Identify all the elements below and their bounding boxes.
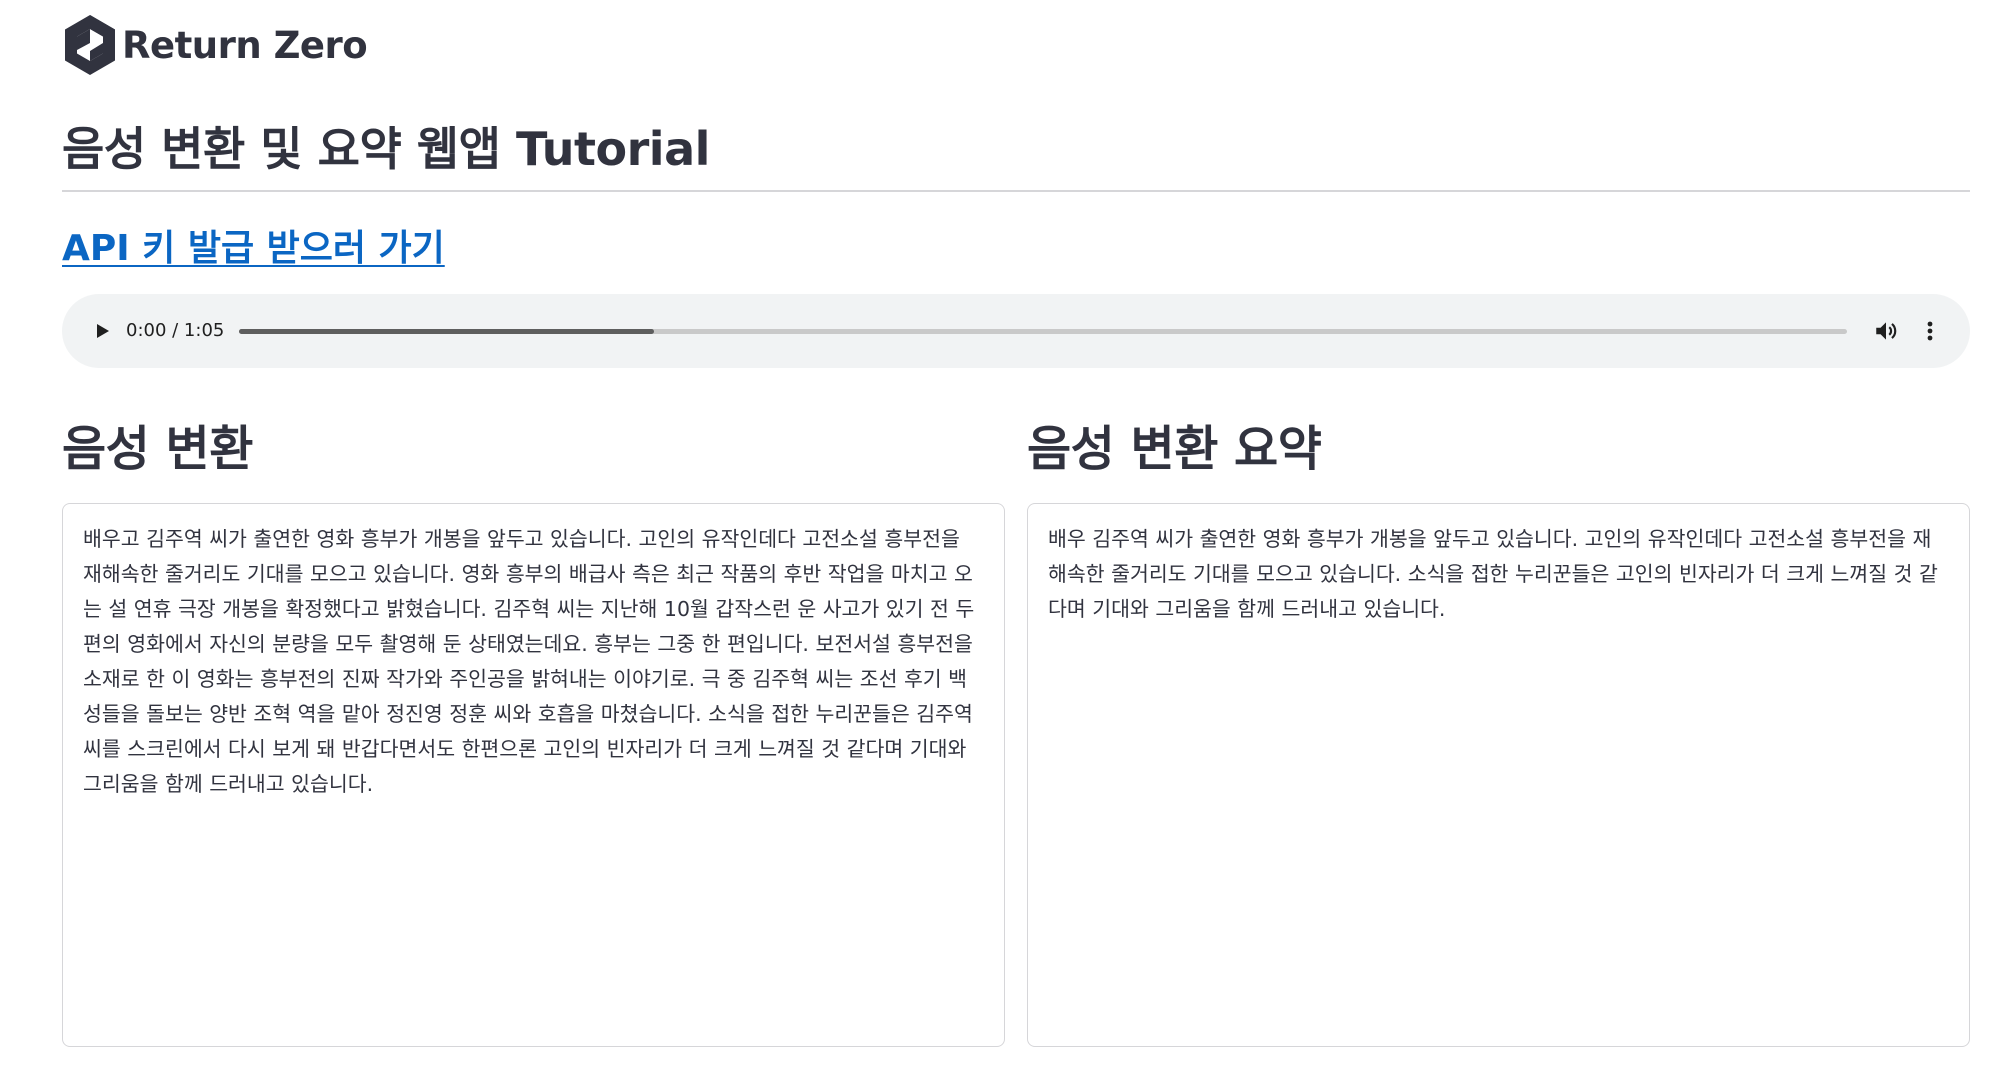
transcription-textarea[interactable]: 배우고 김주역 씨가 출연한 영화 흥부가 개봉을 앞두고 있습니다. 고인의 … (62, 503, 1005, 1047)
title-divider (62, 190, 1970, 192)
more-vertical-icon (1927, 321, 1933, 341)
play-icon (97, 324, 109, 338)
summary-textarea[interactable]: 배우 김주역 씨가 출연한 영화 흥부가 개봉을 앞두고 있습니다. 고인의 유… (1027, 503, 1970, 1047)
volume-icon (1876, 322, 1897, 340)
summary-heading: 음성 변환 요약 (1027, 421, 1322, 477)
more-options-button[interactable] (1918, 315, 1942, 347)
volume-button[interactable] (1870, 315, 1902, 347)
seek-bar-buffered (239, 329, 654, 334)
play-button[interactable] (86, 315, 118, 347)
brand-name: Return Zero (122, 23, 368, 67)
audio-player: 0:00 / 1:05 (62, 294, 1970, 368)
api-key-link[interactable]: API 키 발급 받으러 가기 (62, 224, 445, 274)
hexagon-logo-icon (65, 15, 115, 75)
page-title: 음성 변환 및 요약 웹앱 Tutorial (62, 122, 710, 176)
seek-bar[interactable] (239, 329, 1847, 334)
transcription-heading: 음성 변환 (62, 421, 253, 477)
app-page: Return Zero 음성 변환 및 요약 웹앱 Tutorial API 키… (62, 0, 1970, 1066)
brand-logo[interactable]: Return Zero (62, 12, 368, 78)
time-display: 0:00 / 1:05 (126, 320, 225, 341)
